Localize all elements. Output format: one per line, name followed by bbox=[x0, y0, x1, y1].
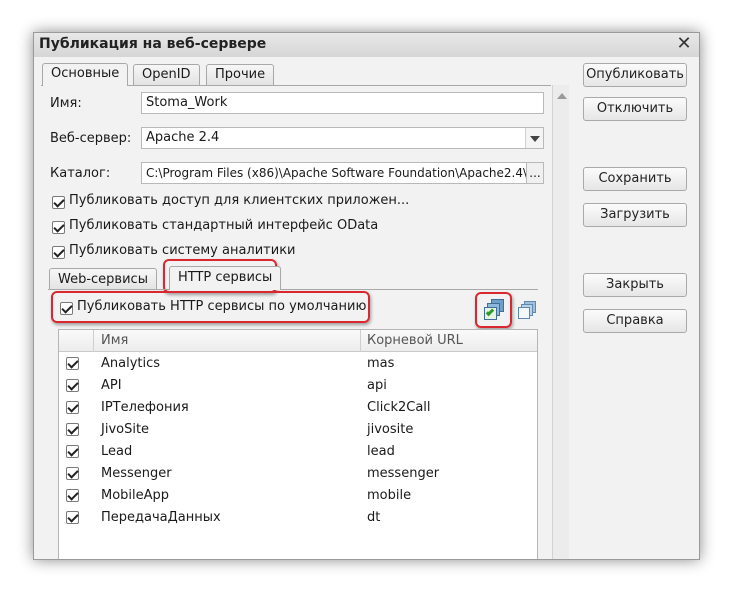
column-name[interactable]: Имя bbox=[101, 330, 128, 352]
tab-openid[interactable]: OpenID bbox=[133, 64, 200, 85]
uncheck-all-icon[interactable] bbox=[518, 301, 538, 321]
publish-button[interactable]: Опубликовать bbox=[583, 63, 687, 87]
row-checkbox[interactable] bbox=[66, 445, 79, 458]
table-row[interactable]: ПередачаДанных dt bbox=[59, 507, 537, 529]
catalog-label: Каталог: bbox=[50, 166, 111, 181]
service-url: api bbox=[367, 378, 387, 393]
column-root-url[interactable]: Корневой URL bbox=[367, 330, 463, 352]
service-name: IPТелефония bbox=[101, 400, 189, 415]
dropdown-button[interactable] bbox=[525, 128, 543, 148]
service-url: mas bbox=[367, 356, 395, 371]
help-button[interactable]: Справка bbox=[583, 309, 687, 333]
table-row[interactable]: API api bbox=[59, 375, 537, 397]
service-name: ПередачаДанных bbox=[101, 510, 221, 525]
http-services-table[interactable]: Имя Корневой URL Analytics mas API api I… bbox=[58, 329, 538, 559]
row-checkbox[interactable] bbox=[66, 489, 79, 502]
publish-odata-checkbox[interactable] bbox=[52, 221, 65, 234]
service-url: dt bbox=[367, 510, 381, 525]
publish-analytics-label: Публиковать систему аналитики bbox=[69, 243, 296, 258]
load-button[interactable]: Загрузить bbox=[583, 203, 687, 227]
service-url: lead bbox=[367, 444, 395, 459]
server-select[interactable]: Apache 2.4 bbox=[141, 127, 544, 149]
service-url: Click2Call bbox=[367, 400, 431, 415]
name-field[interactable]: Stoma_Work bbox=[141, 92, 544, 114]
close-icon[interactable]: ✕ bbox=[674, 33, 694, 55]
tab-web-services[interactable]: Web-сервисы bbox=[49, 268, 157, 290]
service-name: MobileApp bbox=[101, 488, 170, 503]
chevron-down-icon bbox=[530, 136, 540, 142]
tab-main[interactable]: Основные bbox=[42, 63, 129, 86]
table-row[interactable]: Lead lead bbox=[59, 441, 537, 463]
window-title: Публикация на веб-сервере bbox=[39, 36, 267, 52]
table-row[interactable]: JivoSite jivosite bbox=[59, 419, 537, 441]
publish-client-access-label: Публиковать доступ для клиентских прилож… bbox=[69, 193, 410, 208]
row-checkbox[interactable] bbox=[66, 357, 79, 370]
table-row[interactable]: IPТелефония Click2Call bbox=[59, 397, 537, 419]
table-row[interactable]: Messenger messenger bbox=[59, 463, 537, 485]
scroll-up-icon[interactable] bbox=[557, 93, 567, 99]
publish-odata-label: Публиковать стандартный интерфейс OData bbox=[69, 218, 379, 233]
row-checkbox[interactable] bbox=[66, 511, 79, 524]
publish-analytics-checkbox[interactable] bbox=[52, 246, 65, 259]
server-label: Веб-сервер: bbox=[50, 131, 132, 146]
service-name: Lead bbox=[101, 444, 133, 459]
row-checkbox[interactable] bbox=[66, 401, 79, 414]
publish-dialog: Публикация на веб-сервере ✕ Основные Ope… bbox=[33, 32, 700, 560]
service-name: Analytics bbox=[101, 356, 161, 371]
service-name: Messenger bbox=[101, 466, 172, 481]
tab-other[interactable]: Прочие bbox=[206, 64, 275, 85]
tab-http-services[interactable]: HTTP сервисы bbox=[169, 266, 282, 290]
service-url: messenger bbox=[367, 466, 440, 481]
save-button[interactable]: Сохранить bbox=[583, 167, 687, 191]
browse-button[interactable]: ... bbox=[526, 162, 544, 184]
row-checkbox[interactable] bbox=[66, 379, 79, 392]
row-checkbox[interactable] bbox=[66, 423, 79, 436]
subtab-divider bbox=[48, 289, 538, 290]
table-row[interactable]: Analytics mas bbox=[59, 353, 537, 375]
title-bar: Публикация на веб-сервере ✕ bbox=[34, 33, 699, 57]
http-default-highlight bbox=[51, 291, 370, 323]
service-url: mobile bbox=[367, 488, 412, 503]
catalog-field[interactable]: C:\Program Files (x86)\Apache Software F… bbox=[141, 162, 527, 184]
server-value: Apache 2.4 bbox=[146, 130, 220, 145]
publish-client-access-checkbox[interactable] bbox=[52, 196, 65, 209]
service-name: JivoSite bbox=[101, 422, 150, 437]
service-url: jivosite bbox=[367, 422, 414, 437]
name-label: Имя: bbox=[50, 96, 82, 111]
disable-button[interactable]: Отключить bbox=[583, 97, 687, 121]
table-header: Имя Корневой URL bbox=[59, 330, 537, 352]
service-name: API bbox=[101, 378, 122, 393]
table-row[interactable]: MobileApp mobile bbox=[59, 485, 537, 507]
form-scrollbar[interactable] bbox=[552, 85, 569, 559]
check-all-highlight bbox=[475, 292, 512, 328]
close-button[interactable]: Закрыть bbox=[583, 273, 687, 297]
row-checkbox[interactable] bbox=[66, 467, 79, 480]
